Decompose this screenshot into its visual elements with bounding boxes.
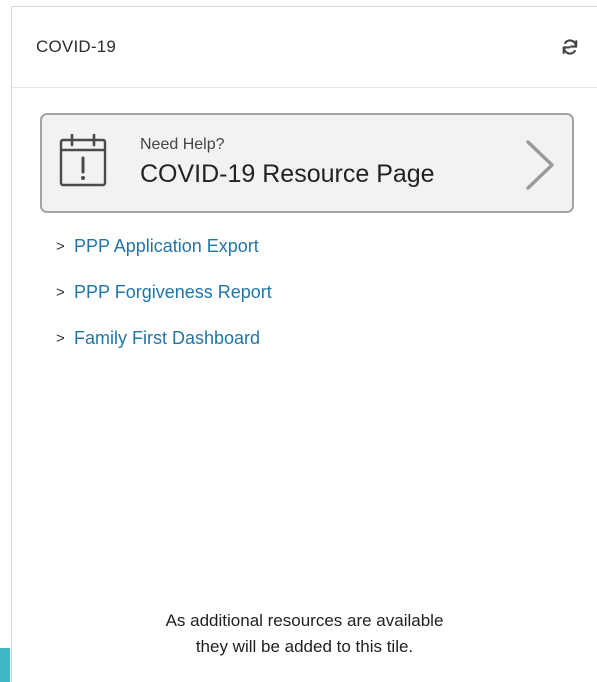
covid-tile: COVID-19 Need Help? COVID-19 Resource Pa…	[11, 6, 597, 682]
card-text: Need Help? COVID-19 Resource Page	[140, 135, 435, 191]
tile-header: COVID-19	[12, 7, 597, 88]
refresh-icon	[562, 39, 578, 55]
footer-note: As additional resources are available th…	[12, 608, 597, 660]
covid-resource-page-button[interactable]: Need Help? COVID-19 Resource Page	[40, 113, 574, 213]
link-family-first-dashboard[interactable]: > Family First Dashboard	[56, 325, 272, 351]
accent-strip	[0, 648, 10, 682]
link-label[interactable]: PPP Application Export	[74, 236, 259, 257]
card-title: COVID-19 Resource Page	[140, 160, 435, 188]
link-ppp-application-export[interactable]: > PPP Application Export	[56, 233, 272, 259]
footer-line-1: As additional resources are available	[165, 611, 444, 630]
calendar-alert-icon	[59, 134, 107, 187]
refresh-button[interactable]	[555, 32, 585, 62]
link-label[interactable]: PPP Forgiveness Report	[74, 282, 272, 303]
footer-line-2: they will be added to this tile.	[195, 637, 414, 656]
chevron-right-icon	[526, 140, 554, 190]
resource-links: > PPP Application Export > PPP Forgivene…	[56, 233, 272, 371]
link-label[interactable]: Family First Dashboard	[74, 328, 260, 349]
tile-body: Need Help? COVID-19 Resource Page > PPP …	[12, 88, 597, 682]
link-ppp-forgiveness-report[interactable]: > PPP Forgiveness Report	[56, 279, 272, 305]
tile-title: COVID-19	[36, 37, 117, 56]
caret-right-icon: >	[56, 283, 65, 301]
card-eyebrow: Need Help?	[140, 136, 225, 153]
caret-right-icon: >	[56, 237, 65, 255]
caret-right-icon: >	[56, 329, 65, 347]
